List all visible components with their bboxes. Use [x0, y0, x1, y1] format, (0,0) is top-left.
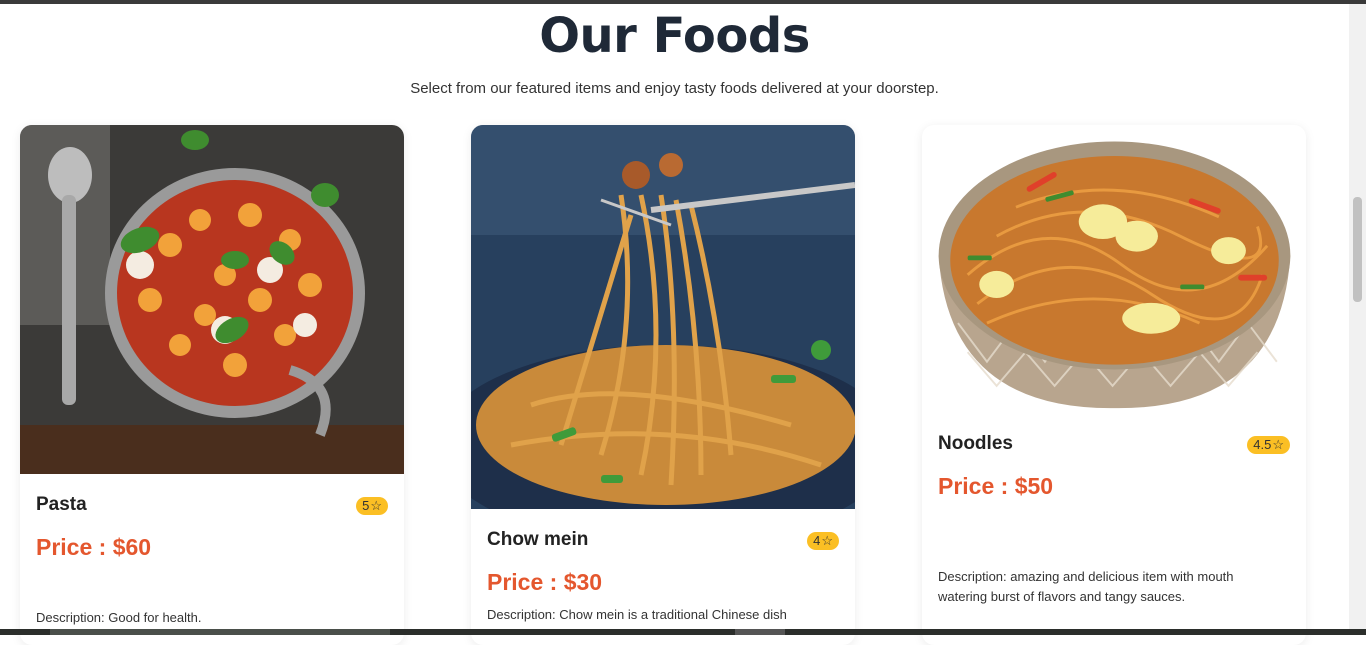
rating-value: 4.5: [1253, 437, 1272, 452]
star-icon: ☆: [821, 533, 833, 548]
noodles-image: [929, 129, 1300, 409]
food-card-noodles[interactable]: Noodles 4.5☆ Price : $50 Description: am…: [922, 125, 1306, 645]
window-top-border: [0, 0, 1366, 4]
food-price: Price : $50: [938, 473, 1054, 499]
chow-mein-image: [471, 125, 855, 509]
food-price: Price : $30: [487, 569, 603, 595]
food-name: Chow mein: [487, 529, 589, 550]
food-card-pasta[interactable]: Pasta 5☆ Price : $60 Description: Good f…: [20, 125, 404, 645]
taskbar-segment: [50, 629, 390, 635]
taskbar-segment: [735, 629, 785, 635]
scrollbar-thumb[interactable]: [1353, 197, 1362, 302]
rating-badge: 4.5☆: [1247, 436, 1290, 454]
food-description: Description: amazing and delicious item …: [938, 569, 1234, 604]
section-subtitle: Select from our featured items and enjoy…: [410, 80, 939, 97]
rating-badge: 5☆: [356, 497, 388, 515]
rating-badge: 4☆: [807, 532, 839, 550]
food-description: Description: Good for health.: [36, 610, 202, 625]
star-icon: ☆: [1272, 437, 1284, 452]
food-card-chow-mein[interactable]: Chow mein 4☆ Price : $30 Description: Ch…: [471, 125, 855, 645]
pasta-image: [20, 125, 404, 474]
food-price: Price : $60: [36, 534, 152, 560]
food-name: Noodles: [938, 433, 1013, 454]
vertical-scrollbar[interactable]: [1349, 4, 1366, 629]
section-title: Our Foods: [539, 8, 810, 64]
taskbar-strip: [0, 629, 1366, 635]
star-icon: ☆: [370, 498, 382, 513]
food-name: Pasta: [36, 494, 87, 515]
food-description: Description: Chow mein is a traditional …: [487, 607, 787, 622]
rating-value: 4: [813, 533, 821, 548]
rating-value: 5: [362, 498, 370, 513]
